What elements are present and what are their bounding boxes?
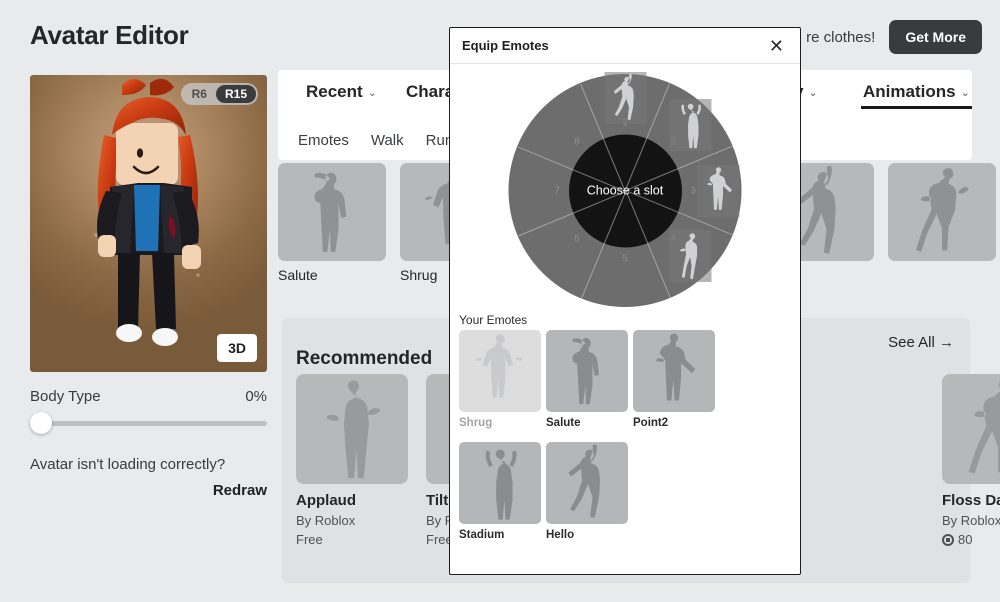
wheel-slot-number[interactable]: 3 [690,185,696,196]
tab-recent[interactable]: Recent ⌄ [298,82,385,102]
emote-name: Stadium [459,529,505,541]
wheel-slot-thumbnail[interactable] [669,98,712,151]
emote-item[interactable]: Shrug [459,330,541,429]
emote-silhouette [670,99,712,151]
recommended-thumbnail[interactable] [942,374,1000,484]
animation-label: Salute [278,267,318,283]
emote-item[interactable]: Stadium [459,442,541,541]
wheel-slot-thumbnail[interactable] [697,164,739,217]
animation-thumbnail[interactable] [278,163,386,261]
wheel-slot-thumbnail[interactable] [604,71,646,124]
emote-item[interactable]: Point2 [633,330,715,429]
recommended-card-name: Floss Dance [942,492,1000,509]
secondary-tabs: Emotes Walk Run [278,120,453,160]
emote-name: Salute [546,417,581,429]
emote-silhouette [546,330,628,412]
emote-silhouette [278,163,386,261]
emote-silhouette [459,330,541,412]
recommended-card[interactable]: Floss Dance By Roblox 80 [942,374,1000,547]
close-icon[interactable]: ✕ [765,35,788,57]
emote-silhouette [670,230,712,282]
body-type-row: Body Type 0% [30,388,267,405]
emote-thumbnail[interactable] [633,330,715,412]
emote-name: Shrug [459,417,493,429]
recommended-card-creator: By Roblox [296,513,356,528]
your-emotes-grid: Shrug Salute Point2 Stadium Hello [459,330,795,554]
avatar-preview-panel[interactable]: R6 R15 3D [30,75,267,372]
emote-wheel-area: Choose a slot 12345678 [450,64,800,319]
emote-silhouette [459,442,541,524]
animation-item[interactable] [888,163,996,293]
robux-icon [942,533,954,546]
emote-silhouette [296,374,408,484]
emote-silhouette [633,330,715,412]
wheel-slot-number[interactable]: 8 [574,137,580,148]
view-3d-button[interactable]: 3D [217,334,257,362]
chevron-down-icon: ⌄ [960,86,970,99]
modal-header: Equip Emotes ✕ [450,28,800,64]
emote-item[interactable]: Hello [546,442,628,541]
recommended-card-price: Free [296,532,408,547]
emote-thumbnail[interactable] [459,442,541,524]
rig-option-r15[interactable]: R15 [215,85,256,103]
wheel-slot-number[interactable]: 5 [622,253,628,264]
wheel-slot-number[interactable]: 6 [574,233,580,244]
emote-wheel[interactable]: Choose a slot 12345678 [508,71,742,307]
emote-thumbnail[interactable] [459,330,541,412]
recommended-card-creator: By Roblox [942,513,1000,528]
recommended-thumbnail[interactable] [296,374,408,484]
slider-track[interactable] [30,421,267,426]
emote-silhouette [697,165,739,217]
your-emotes-label: Your Emotes [459,313,528,327]
see-all-link[interactable]: See All → [888,334,954,351]
chevron-down-icon: ⌄ [367,86,377,99]
subtab-emotes[interactable]: Emotes [298,132,349,149]
rig-option-r6[interactable]: R6 [183,85,216,103]
equip-emotes-modal: Equip Emotes ✕ Choose a slot 12345678 Yo… [449,27,801,575]
avatar-loading-note: Avatar isn't loading correctly? [30,456,226,473]
recommended-card-name: Applaud [296,492,356,509]
emote-thumbnail[interactable] [546,330,628,412]
tab-label: Animations [863,82,956,101]
recommended-card-price: 80 [942,532,1000,547]
emote-silhouette [942,374,1000,484]
emote-silhouette [604,72,646,124]
tab-animations[interactable]: Animations ⌄ [855,82,978,109]
chevron-down-icon: ⌄ [808,86,818,99]
wheel-slot-number[interactable]: 7 [554,185,560,196]
emote-thumbnail[interactable] [546,442,628,524]
price-text: 80 [958,532,973,547]
emote-silhouette [888,163,996,261]
redraw-link[interactable]: Redraw [30,482,267,499]
body-type-value: 0% [245,388,267,405]
emote-silhouette [546,442,628,524]
subtab-walk[interactable]: Walk [371,132,404,149]
modal-title: Equip Emotes [462,38,549,53]
avatar-figure [30,75,267,372]
wheel-slot-thumbnail[interactable] [669,230,712,283]
body-type-slider[interactable] [30,412,267,434]
animation-thumbnail[interactable] [888,163,996,261]
emote-name: Hello [546,529,575,541]
body-type-label: Body Type [30,388,101,405]
price-text: Free [296,532,323,547]
animation-item[interactable]: Salute [278,163,386,293]
rig-type-toggle[interactable]: R6 R15 [180,83,258,105]
recommended-card[interactable]: Applaud By Roblox Free [296,374,408,547]
promo-text: re clothes! [806,28,876,46]
emote-item[interactable]: Salute [546,330,628,429]
tab-label: Recent [306,82,363,101]
recommended-title: Recommended [296,348,433,369]
emote-name: Point2 [633,417,669,429]
slider-thumb[interactable] [30,412,52,434]
page-title: Avatar Editor [30,20,189,50]
get-more-button[interactable]: Get More [889,20,982,54]
